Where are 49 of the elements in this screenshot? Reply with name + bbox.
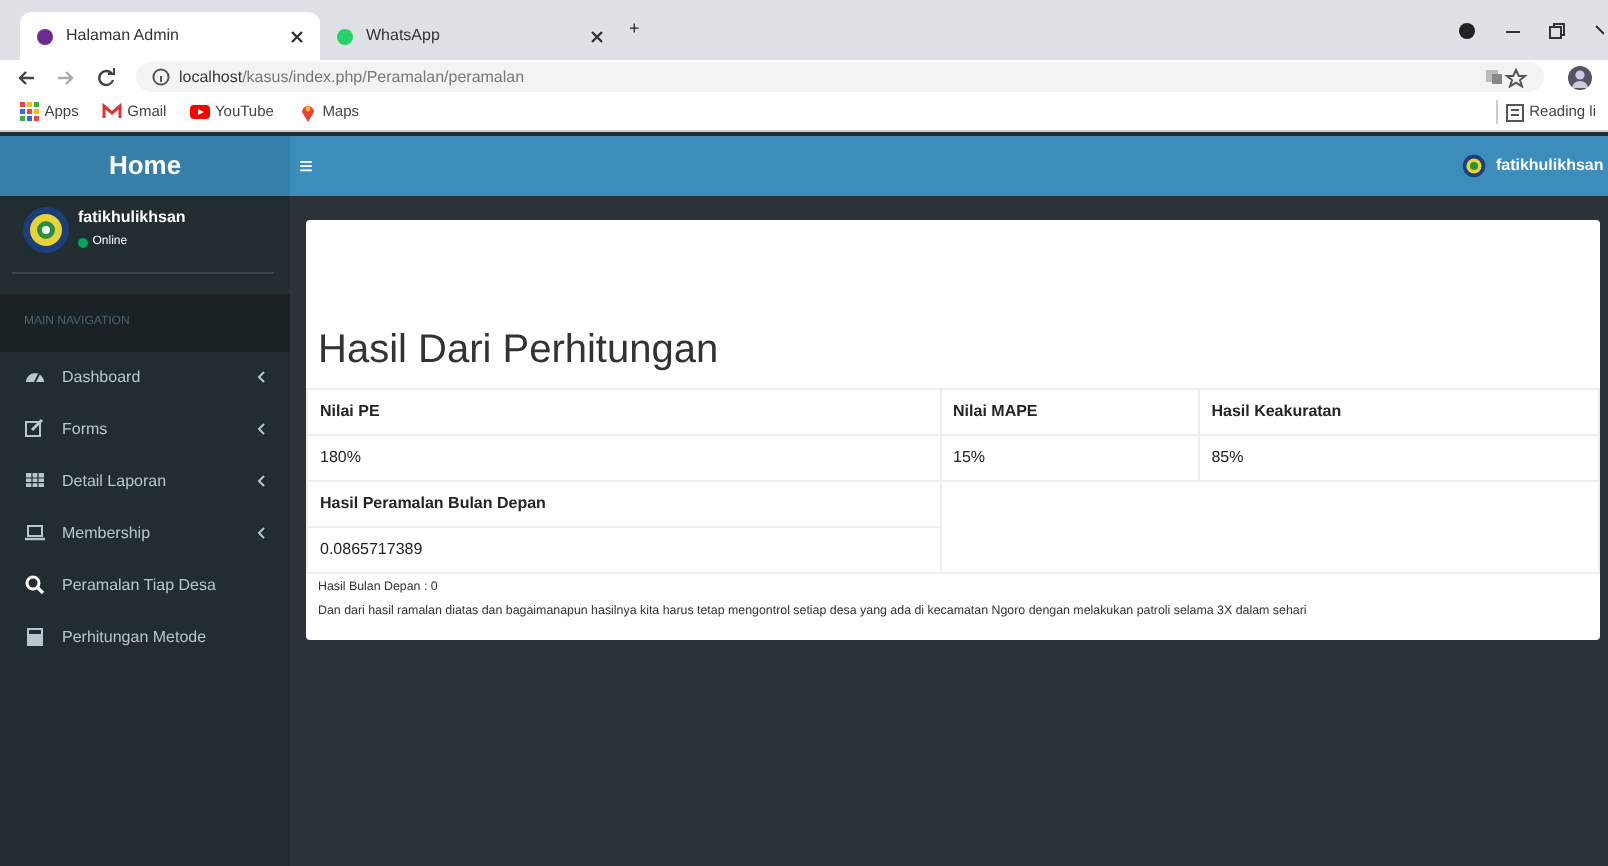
user-name[interactable]: fatikhulikhsan [1495, 154, 1604, 178]
laptop-icon [24, 522, 46, 544]
back-icon[interactable] [16, 67, 36, 87]
tab-title: Halaman Admin [66, 24, 181, 48]
edit-icon [24, 418, 46, 440]
table-header: Hasil Keakuratan [1198, 389, 1599, 435]
avatar-icon[interactable] [1568, 65, 1592, 89]
calculator-icon [24, 626, 46, 648]
list-icon [1506, 103, 1525, 121]
emblem-icon [1462, 154, 1487, 178]
sidebar-item[interactable]: Forms [0, 403, 290, 455]
mail-icon[interactable] [102, 102, 123, 122]
table-cell: 15% [940, 435, 1199, 481]
emblem-icon [21, 205, 69, 253]
table-icon [24, 470, 46, 492]
sidebar-item[interactable]: Dashboard [0, 351, 290, 403]
apps-grid-icon[interactable] [20, 102, 40, 122]
address-bar[interactable]: localhost/kasus/index.php/Peramalan/peramalan [136, 62, 1544, 92]
table-header: Nilai MAPE [940, 389, 1199, 435]
tab-title: WhatsApp [366, 24, 442, 48]
sidebar-item[interactable]: Membership [0, 507, 290, 559]
sidebar-item[interactable]: Detail Laporan [0, 455, 290, 507]
table-header: Hasil Peramalan Bulan Depan [307, 481, 941, 527]
url-text: localhost/kasus/index.php/Peramalan/peramalan [179, 65, 525, 89]
play-icon[interactable] [190, 102, 211, 122]
star-icon[interactable] [1504, 67, 1528, 87]
table-cell: 85% [1198, 435, 1599, 481]
info-icon [152, 68, 170, 86]
map-pin-icon[interactable] [297, 102, 318, 122]
status-dot-icon [78, 237, 88, 248]
table-header: Nilai PE [307, 389, 941, 435]
chat-icon [336, 27, 354, 45]
profile-icon[interactable] [1458, 21, 1477, 39]
browser-tab[interactable]: WhatsApp [320, 12, 620, 60]
table-cell: 0.0865717389 [307, 527, 941, 573]
browser-tab[interactable]: Halaman Admin [20, 12, 320, 60]
restore-icon[interactable] [1548, 21, 1567, 39]
sidebar-item[interactable]: Peramalan Tiap Desa [0, 559, 290, 611]
menu-toggle[interactable]: ≡ [299, 148, 314, 184]
page-icon [36, 27, 54, 45]
page-title: Hasil Dari Perhitungan [316, 326, 721, 376]
reload-icon[interactable] [96, 67, 116, 87]
translate-icon[interactable] [1484, 68, 1504, 86]
logo-text[interactable]: Home [0, 136, 290, 196]
table-cell: 180% [307, 435, 941, 481]
search-icon [24, 574, 46, 596]
sidebar-user-name: fatikhulikhsan [78, 205, 186, 229]
sidebar-item[interactable]: Perhitungan Metode [0, 611, 290, 663]
new-tab-button[interactable]: + [629, 16, 640, 44]
